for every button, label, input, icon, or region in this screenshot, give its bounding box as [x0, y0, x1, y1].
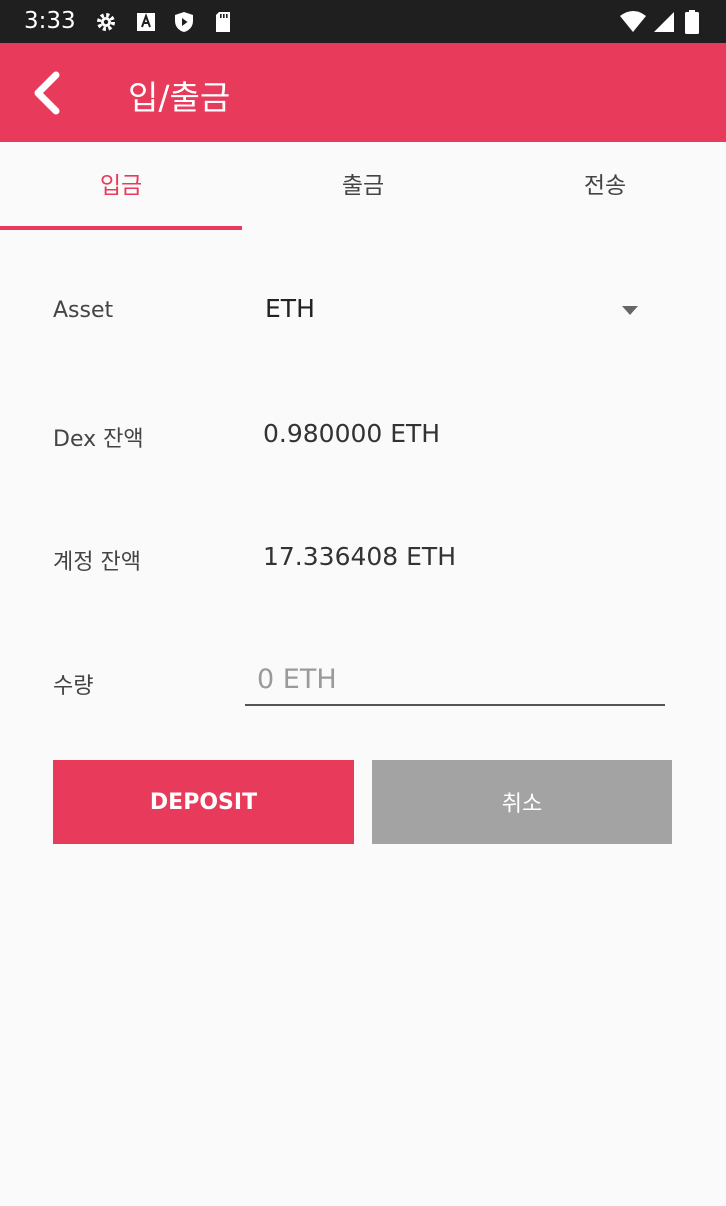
- account-balance-label: 계정 잔액: [53, 550, 141, 575]
- page-title: 입/출금: [128, 78, 231, 117]
- asset-selected-value: ETH: [265, 294, 315, 323]
- status-time: 3:33: [24, 8, 76, 34]
- amount-label: 수량: [53, 674, 94, 699]
- wifi-icon: [620, 11, 646, 32]
- gear-icon: [97, 13, 115, 31]
- asset-dropdown[interactable]: ETH: [265, 290, 665, 334]
- dex-balance-label: Dex 잔액: [53, 427, 144, 452]
- tab-deposit[interactable]: 입금: [0, 142, 242, 230]
- chevron-left-icon[interactable]: [22, 65, 78, 121]
- asset-label: Asset: [53, 298, 114, 323]
- sd-card-icon: [216, 12, 230, 32]
- tab-transfer[interactable]: 전송: [484, 142, 726, 230]
- status-bar: 3:33: [0, 0, 726, 43]
- deposit-button[interactable]: DEPOSIT: [53, 760, 354, 844]
- a-box-icon: [137, 13, 155, 31]
- battery-icon: [685, 10, 699, 34]
- caret-down-icon: [622, 306, 638, 315]
- tab-bar: 입금 출금 전송: [0, 142, 726, 230]
- tab-indicator: [0, 226, 242, 230]
- signal-icon: [654, 12, 674, 32]
- cancel-button[interactable]: 취소: [372, 760, 672, 844]
- shield-play-icon: [175, 12, 193, 32]
- app-bar: 입/출금: [0, 43, 726, 142]
- dex-balance-value: 0.980000 ETH: [263, 419, 441, 448]
- amount-input[interactable]: [245, 654, 665, 706]
- account-balance-value: 17.336408 ETH: [263, 542, 457, 571]
- tab-withdraw[interactable]: 출금: [242, 142, 484, 230]
